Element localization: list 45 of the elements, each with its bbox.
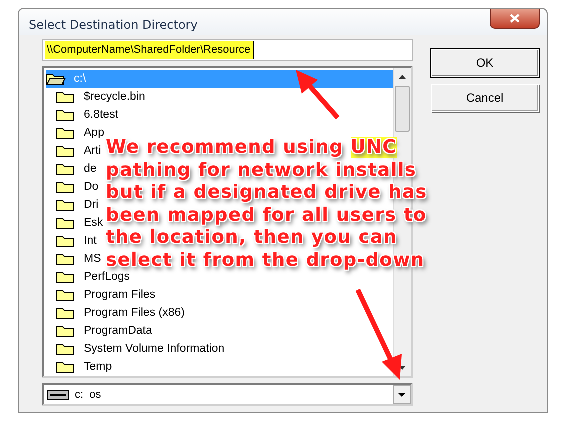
dialog-button[interactable]: OK bbox=[431, 49, 539, 77]
close-icon bbox=[510, 14, 520, 23]
folder-icon bbox=[56, 144, 76, 158]
annotation-arrow bbox=[296, 70, 340, 120]
folder-item[interactable]: Dri bbox=[46, 196, 101, 214]
folder-icon bbox=[56, 198, 76, 212]
folder-icon bbox=[56, 180, 76, 194]
folder-icon bbox=[56, 234, 76, 248]
folder-item[interactable]: de bbox=[46, 160, 99, 178]
up-arrow-icon bbox=[399, 74, 406, 78]
folder-icon bbox=[56, 162, 76, 176]
dialog-button[interactable]: Cancel bbox=[431, 84, 539, 112]
folder-icon bbox=[56, 90, 76, 104]
folder-icon bbox=[56, 306, 76, 320]
caret-icon bbox=[398, 392, 406, 396]
path-input-field[interactable]: \\ComputerName\SharedFolder\Resource bbox=[42, 39, 413, 61]
folder-item[interactable]: Int bbox=[46, 232, 99, 250]
folder-item[interactable]: System Volume Information bbox=[46, 340, 227, 358]
folder-icon bbox=[56, 108, 76, 122]
folder-icon bbox=[56, 324, 76, 338]
folder-icon bbox=[56, 252, 76, 266]
folder-icon bbox=[56, 270, 76, 284]
folder-icon bbox=[56, 126, 76, 140]
folder-item[interactable]: Do bbox=[46, 178, 101, 196]
folder-item[interactable]: ProgramData bbox=[46, 322, 154, 340]
folder-icon bbox=[56, 360, 76, 374]
scroll-thumb[interactable] bbox=[395, 86, 410, 132]
folder-item[interactable]: MS bbox=[46, 250, 104, 268]
drive-dropdown[interactable]: c: os bbox=[42, 383, 413, 406]
folder-item[interactable]: App bbox=[46, 124, 106, 142]
folder-item[interactable]: Program Files (x86) bbox=[46, 304, 187, 322]
window-title: Select Destination Directory bbox=[29, 18, 198, 32]
folder-item[interactable]: Temp bbox=[46, 358, 114, 376]
folder-item[interactable]: Arti bbox=[46, 142, 104, 160]
folder-item[interactable]: $recycle.bin bbox=[46, 88, 148, 106]
folder-icon bbox=[56, 288, 76, 302]
drive-icon bbox=[47, 390, 69, 400]
folder-item[interactable]: 6.8test bbox=[46, 106, 121, 124]
folder-icon bbox=[56, 342, 76, 356]
close-button[interactable] bbox=[490, 9, 540, 29]
folder-icon bbox=[56, 216, 76, 230]
folder-item[interactable]: Esk bbox=[46, 214, 106, 232]
path-text: \\ComputerName\SharedFolder\Resource bbox=[45, 41, 254, 59]
dropdown-button[interactable] bbox=[393, 385, 411, 404]
folder-item[interactable]: Program Files bbox=[46, 286, 158, 304]
